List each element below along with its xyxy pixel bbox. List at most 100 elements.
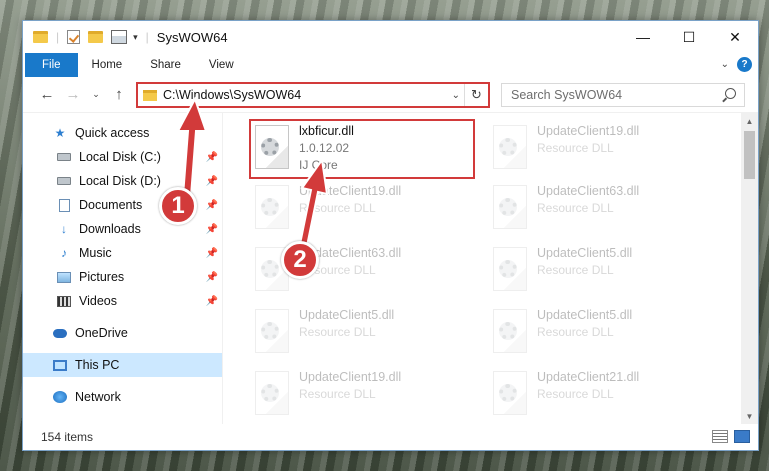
sidebar-item-pictures[interactable]: Pictures 📌 bbox=[23, 265, 222, 289]
recent-locations-chevron-icon[interactable]: ⌄ bbox=[89, 89, 103, 100]
search-input[interactable]: Search SysWOW64 bbox=[511, 88, 622, 102]
vertical-scrollbar[interactable]: ▲ ▼ bbox=[741, 113, 758, 424]
sidebar-item-quick-access[interactable]: ★ Quick access bbox=[23, 121, 222, 145]
quick-access-separator: | bbox=[56, 30, 60, 44]
sidebar-item-local-disk-c[interactable]: Local Disk (C:) 📌 bbox=[23, 145, 222, 169]
maximize-button[interactable]: ☐ bbox=[666, 21, 712, 53]
sidebar-item-network[interactable]: Network bbox=[23, 385, 222, 409]
help-icon[interactable]: ? bbox=[737, 57, 752, 72]
details-view-icon[interactable] bbox=[712, 430, 728, 443]
quick-access-star-icon: ★ bbox=[54, 126, 66, 140]
file-name: UpdateClient21.dll bbox=[537, 370, 640, 384]
file-name: UpdateClient19.dll bbox=[299, 184, 402, 198]
sidebar-item-music[interactable]: ♪ Music 📌 bbox=[23, 241, 222, 265]
refresh-icon[interactable]: ↻ bbox=[464, 84, 488, 106]
pin-icon[interactable]: 📌 bbox=[206, 200, 218, 211]
search-box[interactable]: Search SysWOW64 bbox=[501, 83, 745, 107]
sidebar-item-onedrive[interactable]: OneDrive bbox=[23, 321, 222, 345]
file-explorer-window: | ▾ | SysWOW64 — ☐ ✕ File Home Share Vie… bbox=[22, 20, 759, 451]
onedrive-icon bbox=[53, 327, 67, 340]
pin-icon[interactable]: 📌 bbox=[206, 176, 218, 187]
main-area: ★ Quick access Local Disk (C:) 📌 Local D… bbox=[23, 113, 758, 424]
file-name: UpdateClient5.dll bbox=[537, 308, 633, 322]
pin-icon[interactable]: 📌 bbox=[206, 224, 218, 235]
file-item[interactable]: UpdateClient5.dll Resource DLL bbox=[487, 241, 717, 303]
file-item[interactable]: UpdateClient19.dll Resource DLL bbox=[249, 365, 479, 427]
pictures-icon bbox=[57, 271, 71, 284]
window-controls: — ☐ ✕ bbox=[620, 21, 758, 53]
pin-icon[interactable]: 📌 bbox=[206, 152, 218, 163]
tab-view[interactable]: View bbox=[195, 53, 248, 77]
tab-home[interactable]: Home bbox=[78, 53, 137, 77]
dll-file-icon bbox=[493, 371, 527, 415]
downloads-icon: ↓ bbox=[61, 222, 67, 236]
tab-share[interactable]: Share bbox=[136, 53, 195, 77]
sidebar-item-local-disk-d[interactable]: Local Disk (D:) 📌 bbox=[23, 169, 222, 193]
address-bar[interactable]: C:\Windows\SysWOW64 ⌄ ↻ bbox=[136, 82, 490, 108]
new-folder-icon[interactable] bbox=[88, 31, 104, 43]
quick-access-dropdown-icon[interactable]: ▾ bbox=[133, 32, 138, 43]
scroll-down-icon[interactable]: ▼ bbox=[741, 408, 758, 424]
sidebar-item-label: OneDrive bbox=[75, 326, 128, 340]
file-item[interactable]: UpdateClient19.dll Resource DLL bbox=[249, 179, 479, 241]
window-title: SysWOW64 bbox=[156, 29, 228, 45]
status-bar: 154 items bbox=[23, 424, 758, 450]
expand-ribbon-icon[interactable]: ⌄ bbox=[721, 59, 729, 70]
file-item[interactable]: UpdateClient19.dll Resource DLL bbox=[487, 119, 717, 181]
drive-icon bbox=[57, 175, 71, 188]
pin-icon[interactable]: 📌 bbox=[206, 296, 218, 307]
file-description: Resource DLL bbox=[299, 201, 376, 215]
ribbon-right-controls: ⌄ ? bbox=[721, 57, 752, 72]
music-icon: ♪ bbox=[61, 246, 67, 260]
annotation-badge-1: 1 bbox=[159, 187, 197, 225]
address-path[interactable]: C:\Windows\SysWOW64 bbox=[163, 88, 301, 102]
large-icons-view-icon[interactable] bbox=[734, 430, 750, 443]
sidebar-item-label: Documents bbox=[79, 198, 143, 212]
file-item[interactable]: UpdateClient5.dll Resource DLL bbox=[249, 303, 479, 365]
scroll-up-icon[interactable]: ▲ bbox=[741, 113, 758, 129]
dll-file-icon bbox=[493, 309, 527, 353]
drive-icon bbox=[57, 151, 71, 164]
pin-icon[interactable]: 📌 bbox=[206, 248, 218, 259]
pin-icon[interactable]: 📌 bbox=[206, 272, 218, 283]
file-description: Resource DLL bbox=[537, 141, 614, 155]
file-description: Resource DLL bbox=[299, 387, 376, 401]
sidebar-item-label: Downloads bbox=[79, 222, 141, 236]
navigation-bar: ← → ⌄ ↑ C:\Windows\SysWOW64 ⌄ ↻ Search S… bbox=[23, 77, 758, 113]
navigation-pane: ★ Quick access Local Disk (C:) 📌 Local D… bbox=[23, 113, 223, 424]
properties-check-icon[interactable] bbox=[67, 30, 81, 44]
sidebar-item-label: Network bbox=[75, 390, 121, 404]
scrollbar-thumb[interactable] bbox=[744, 131, 755, 179]
back-arrow-icon[interactable]: ← bbox=[37, 86, 57, 103]
forward-arrow-icon[interactable]: → bbox=[63, 86, 83, 103]
sidebar-item-label: Videos bbox=[79, 294, 117, 308]
file-description: Resource DLL bbox=[537, 387, 614, 401]
network-icon bbox=[53, 391, 67, 404]
sidebar-item-label: Local Disk (C:) bbox=[79, 150, 161, 164]
customize-view-icon[interactable] bbox=[111, 30, 128, 44]
file-name: UpdateClient63.dll bbox=[537, 184, 640, 198]
dll-file-icon bbox=[493, 125, 527, 169]
dll-file-icon bbox=[255, 371, 289, 415]
up-arrow-icon[interactable]: ↑ bbox=[109, 86, 129, 103]
file-item[interactable]: UpdateClient21.dll Resource DLL bbox=[487, 365, 717, 427]
file-description: Resource DLL bbox=[537, 201, 614, 215]
file-name: UpdateClient19.dll bbox=[537, 124, 640, 138]
minimize-button[interactable]: — bbox=[620, 21, 666, 53]
close-button[interactable]: ✕ bbox=[712, 21, 758, 53]
sidebar-item-videos[interactable]: Videos 📌 bbox=[23, 289, 222, 313]
dll-file-icon bbox=[255, 309, 289, 353]
sidebar-item-downloads[interactable]: ↓ Downloads 📌 bbox=[23, 217, 222, 241]
sidebar-item-label: Music bbox=[79, 246, 112, 260]
address-dropdown-icon[interactable]: ⌄ bbox=[452, 90, 460, 101]
file-item[interactable]: UpdateClient5.dll Resource DLL bbox=[487, 303, 717, 365]
file-item[interactable]: UpdateClient63.dll Resource DLL bbox=[487, 179, 717, 241]
item-count: 154 items bbox=[41, 430, 94, 444]
tab-file[interactable]: File bbox=[25, 53, 78, 77]
dll-file-icon bbox=[493, 247, 527, 291]
dll-file-icon bbox=[255, 185, 289, 229]
file-name: UpdateClient5.dll bbox=[299, 308, 395, 322]
dll-file-icon bbox=[493, 185, 527, 229]
search-icon bbox=[725, 88, 736, 99]
sidebar-item-this-pc[interactable]: This PC bbox=[23, 353, 222, 377]
